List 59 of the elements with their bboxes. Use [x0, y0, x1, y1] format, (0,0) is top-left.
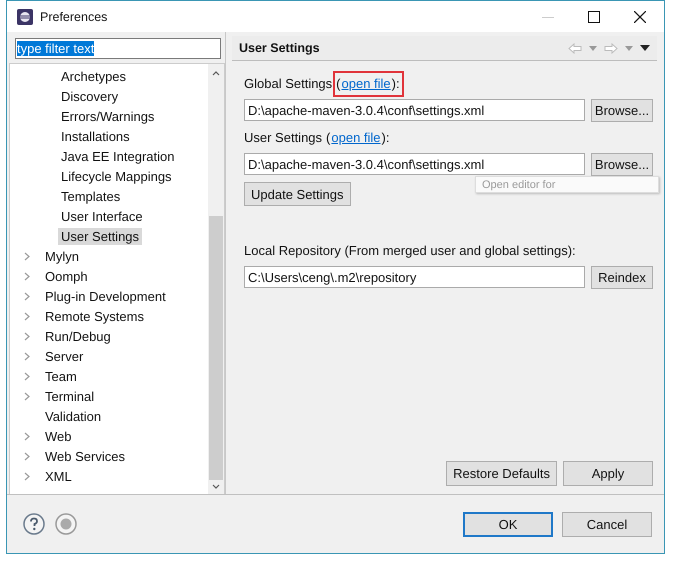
tree-item[interactable]: Java EE Integration	[58, 148, 178, 164]
tree-item[interactable]: Discovery	[58, 88, 122, 104]
back-arrow-icon[interactable]	[568, 42, 582, 54]
eclipse-icon	[17, 8, 33, 24]
tree-item[interactable]: User Settings	[58, 228, 142, 244]
setting-label: Global Settings	[244, 76, 332, 90]
tree-item[interactable]: Web Services	[42, 448, 128, 464]
paren-text: (	[336, 76, 341, 90]
browse-button[interactable]: Browse...	[591, 152, 653, 176]
tree-item[interactable]: Plug-in Development	[42, 288, 169, 304]
tree-item[interactable]: Terminal	[42, 388, 98, 404]
tree-item[interactable]: User Interface	[58, 208, 146, 224]
tree-item[interactable]: Archetypes	[58, 68, 130, 84]
tree-item[interactable]: Server	[42, 348, 86, 364]
forward-arrow-icon[interactable]	[604, 42, 618, 54]
repository-label: Local Repository (From merged user and global settings):	[244, 242, 577, 260]
record-icon[interactable]	[55, 513, 77, 535]
open-file-link[interactable]: open file	[342, 76, 391, 90]
paren-text: (	[326, 130, 330, 144]
tree-item[interactable]: Oomph	[42, 268, 91, 284]
scroll-down-icon[interactable]	[212, 484, 220, 490]
dropdown-icon[interactable]	[589, 46, 597, 50]
tree-item[interactable]: Team	[42, 368, 80, 384]
tree-item[interactable]: Lifecycle Mappings	[58, 168, 175, 184]
reindex-button[interactable]: Reindex	[591, 266, 653, 288]
restore-defaults-button[interactable]: Restore Defaults	[446, 461, 557, 486]
scroll-up-icon[interactable]	[212, 70, 220, 76]
page-title: User Settings	[239, 41, 320, 55]
view-menu-icon[interactable]	[640, 45, 650, 51]
tree-item[interactable]: Remote Systems	[42, 308, 147, 324]
dropdown-icon[interactable]	[625, 46, 633, 50]
tree-item[interactable]: Errors/Warnings	[58, 108, 158, 124]
scrollbar[interactable]	[208, 64, 224, 494]
close-icon[interactable]	[634, 10, 646, 22]
maximize-icon[interactable]	[588, 10, 600, 22]
tree-item[interactable]: Templates	[58, 188, 124, 204]
window-title: Preferences	[40, 10, 108, 24]
tooltip: Open editor for	[475, 176, 659, 193]
tree-item[interactable]: Validation	[42, 408, 104, 424]
cancel-button[interactable]: Cancel	[562, 512, 652, 536]
tree-item[interactable]: XML	[42, 468, 75, 484]
setting-label: User Settings	[244, 130, 322, 144]
repository-field[interactable]: C:\Users\ceng\.m2\repository	[244, 266, 585, 288]
browse-button[interactable]: Browse...	[591, 98, 653, 122]
paren-text: ):	[392, 76, 400, 90]
tree-item[interactable]: Web	[42, 428, 74, 444]
paren-text: ):	[382, 130, 390, 144]
path-field[interactable]: D:\apache-maven-3.0.4\conf\settings.xml	[244, 99, 585, 121]
ok-button[interactable]: OK	[463, 512, 553, 536]
filter-field[interactable]: type filter text	[15, 38, 221, 59]
apply-button[interactable]: Apply	[563, 461, 653, 486]
open-file-link[interactable]: open file	[331, 130, 381, 144]
update-settings-button[interactable]: Update Settings	[244, 182, 351, 206]
scrollbar-thumb[interactable]	[209, 216, 223, 480]
help-icon[interactable]	[23, 513, 45, 535]
tree-item[interactable]: Mylyn	[42, 248, 82, 264]
path-field[interactable]: D:\apache-maven-3.0.4\conf\settings.xml	[244, 153, 585, 175]
tree-item[interactable]: Installations	[58, 128, 133, 144]
tree-item[interactable]: Run/Debug	[42, 328, 114, 344]
